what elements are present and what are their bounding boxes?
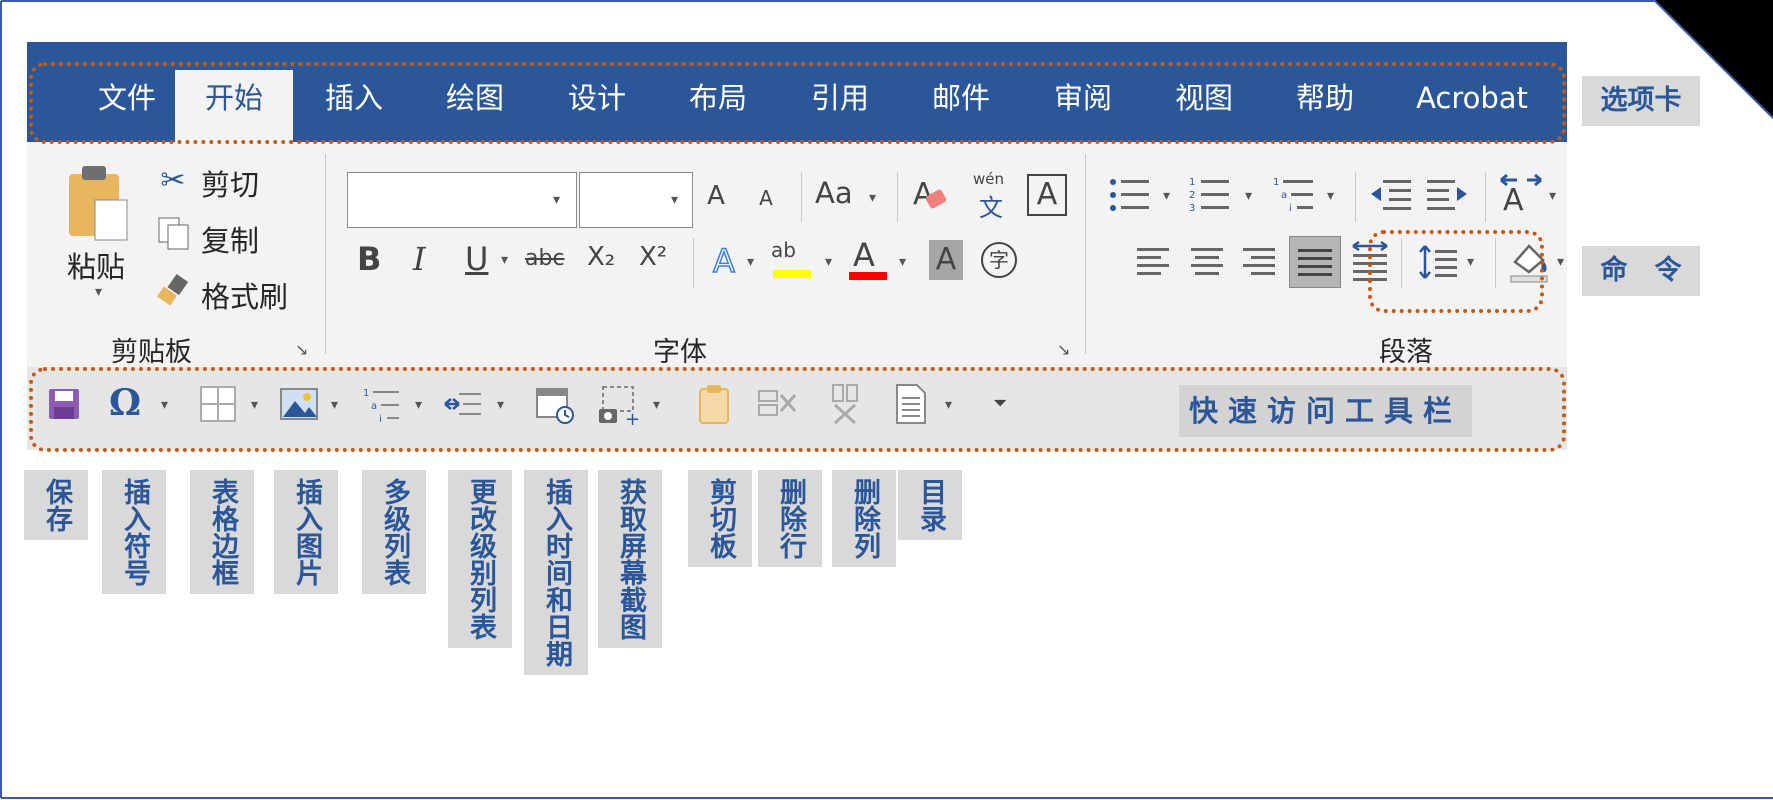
separator [1085, 154, 1086, 354]
font-color-dropdown-icon[interactable]: ▾ [899, 254, 906, 270]
superscript-button[interactable]: X² [639, 242, 667, 272]
qat-label-insert-picture: 插入图片 [274, 470, 338, 594]
commands-highlight-outline [1368, 230, 1544, 313]
enclose-characters-icon[interactable]: 字 [981, 242, 1017, 278]
svg-text:1: 1 [1189, 177, 1195, 188]
qat-label-toc: 目录 [898, 470, 962, 540]
paste-icon[interactable] [67, 164, 131, 244]
paste-label[interactable]: 粘贴 [67, 244, 125, 286]
font-group-label: 字体 [653, 337, 707, 368]
separator [1355, 172, 1356, 222]
decrease-indent-icon[interactable] [1369, 174, 1413, 216]
bullets-icon[interactable] [1107, 174, 1153, 216]
qat-label-insert-symbol: 插入符号 [102, 470, 166, 594]
shading-dropdown-icon[interactable]: ▾ [1557, 254, 1564, 270]
svg-text:A: A [1503, 183, 1524, 216]
clipboard-launcher-icon[interactable]: ↘ [295, 340, 308, 359]
paste-dropdown-icon[interactable]: ▾ [95, 284, 102, 300]
grow-font-icon[interactable]: A [699, 176, 733, 216]
increase-indent-icon[interactable] [1425, 174, 1469, 216]
format-painter-button[interactable]: 格式刷 [201, 274, 288, 316]
tabs-callout: 选项卡 [1582, 76, 1700, 126]
align-right-icon[interactable] [1239, 244, 1279, 280]
svg-text:1: 1 [1273, 177, 1279, 188]
text-direction-icon[interactable]: A [1497, 170, 1543, 216]
highlight-color-bar [773, 270, 811, 278]
separator [693, 238, 694, 288]
text-direction-dropdown-icon[interactable]: ▾ [1549, 188, 1556, 204]
svg-text:2: 2 [1189, 190, 1195, 201]
justify-button[interactable] [1289, 236, 1341, 288]
clear-formatting-icon[interactable]: A [911, 174, 951, 216]
svg-text:a: a [1281, 190, 1287, 201]
qat-label-clipboard: 剪切板 [688, 470, 752, 567]
separator [1485, 172, 1486, 222]
qat-label-screenshot: 获取屏幕截图 [598, 470, 662, 648]
font-color-icon[interactable]: A [853, 236, 875, 274]
bold-button[interactable]: B [357, 240, 381, 278]
qat-label-delete-column: 删除列 [832, 470, 896, 567]
shrink-font-icon[interactable]: A [751, 180, 781, 216]
highlight-icon[interactable]: ab [771, 238, 796, 262]
tabs-highlight-outline [29, 62, 1566, 144]
clipboard-group-label: 剪贴板 [111, 337, 192, 368]
separator [325, 154, 326, 354]
phonetic-guide-top[interactable]: wén [973, 170, 1004, 188]
qat-highlight-outline [29, 367, 1566, 452]
justify-icon [1298, 249, 1332, 276]
qat-label-table-borders: 表格边框 [190, 470, 254, 594]
qat-label-multilevel-list: 多级列表 [362, 470, 426, 594]
highlight-dropdown-icon[interactable]: ▾ [825, 254, 832, 270]
bullets-dropdown-icon[interactable]: ▾ [1163, 188, 1170, 204]
strikethrough-button[interactable]: abc [525, 246, 565, 271]
qat-label-change-list-level: 更改级别列表 [448, 470, 512, 648]
font-name-dropdown-icon[interactable]: ▾ [553, 192, 560, 208]
underline-button[interactable]: U [465, 240, 488, 278]
scissors-icon[interactable]: ✂ [155, 160, 191, 200]
multilevel-list-dropdown-icon[interactable]: ▾ [1327, 188, 1334, 204]
commands-callout: 命 令 [1582, 246, 1700, 296]
copy-button[interactable]: 复制 [201, 218, 259, 260]
font-size-dropdown-icon[interactable]: ▾ [671, 192, 678, 208]
paragraph-group-label: 段落 [1379, 337, 1433, 368]
qat-label-save: 保存 [24, 470, 88, 540]
font-launcher-icon[interactable]: ↘ [1057, 340, 1070, 359]
cut-button[interactable]: 剪切 [201, 162, 259, 204]
subscript-button[interactable]: X₂ [587, 242, 615, 272]
text-effects-icon[interactable]: A [707, 240, 741, 282]
change-case-button[interactable]: Aa [815, 176, 853, 210]
numbering-dropdown-icon[interactable]: ▾ [1245, 188, 1252, 204]
separator [897, 172, 898, 222]
font-color-bar [849, 272, 887, 280]
multilevel-list-icon[interactable]: 1 a i [1271, 174, 1317, 216]
format-painter-icon[interactable] [157, 274, 191, 306]
qat-label-delete-row: 删除行 [758, 470, 822, 567]
phonetic-guide-icon[interactable]: 文 [979, 188, 1003, 223]
numbering-icon[interactable]: 1 2 3 [1187, 174, 1233, 216]
font-name-combo[interactable] [347, 172, 577, 228]
change-case-dropdown-icon[interactable]: ▾ [869, 190, 876, 206]
ribbon-home: 粘贴 ▾ ✂ 剪切 复制 格式刷 剪贴板 ↘ ▾ ▾ A A Aa ▾ A wé… [27, 142, 1567, 368]
separator [801, 172, 802, 222]
copy-icon[interactable] [157, 216, 191, 252]
underline-dropdown-icon[interactable]: ▾ [501, 252, 508, 268]
svg-text:3: 3 [1189, 203, 1195, 214]
align-center-icon[interactable] [1187, 244, 1227, 280]
align-left-icon[interactable] [1135, 244, 1175, 280]
character-border-icon[interactable]: A [1027, 174, 1067, 216]
svg-text:i: i [1289, 203, 1292, 214]
italic-button[interactable]: I [413, 240, 426, 278]
text-effects-dropdown-icon[interactable]: ▾ [747, 254, 754, 270]
character-shading-icon[interactable]: A [929, 240, 963, 280]
qat-label-insert-date-time: 插入时间和日期 [524, 470, 588, 675]
